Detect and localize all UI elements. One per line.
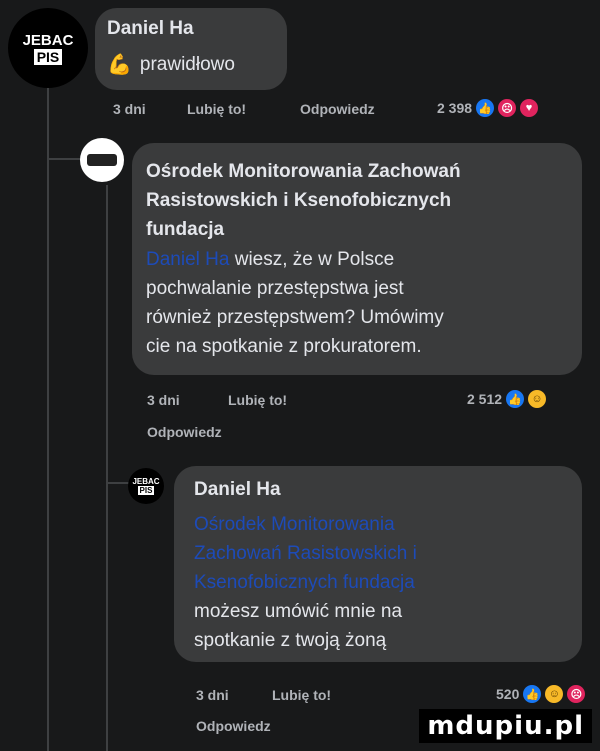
like-button[interactable]: Lubię to! bbox=[228, 392, 287, 408]
comment-author[interactable]: Daniel Ha bbox=[107, 18, 194, 40]
reply-text: Ośrodek Monitorowania Zachowań Rasistows… bbox=[194, 514, 417, 651]
avatar-text-bottom: PIS bbox=[33, 48, 63, 65]
reply-author[interactable]: Daniel Ha bbox=[194, 479, 281, 501]
mention-link[interactable]: Daniel Ha bbox=[146, 249, 229, 270]
reaction-summary[interactable]: 2 398 👍 ☹ ♥ bbox=[437, 99, 539, 117]
reply-bubble: Ośrodek Monitorowania Zachowań Rasistows… bbox=[132, 143, 582, 375]
avatar-text-top: JEBAC bbox=[22, 31, 74, 49]
avatar-text-bottom: PIS bbox=[137, 486, 155, 495]
angry-icon: ☹ bbox=[498, 99, 517, 117]
mention-link[interactable]: Ośrodek Monitorowania Zachowań Rasistows… bbox=[194, 514, 417, 593]
comment-text: prawidłowo bbox=[139, 54, 235, 75]
avatar[interactable] bbox=[80, 138, 124, 182]
reply-bubble: Daniel Ha Ośrodek Monitorowania Zachowań… bbox=[174, 466, 582, 662]
like-button[interactable]: Lubię to! bbox=[272, 687, 331, 703]
reply-button[interactable]: Odpowiedz bbox=[147, 424, 222, 440]
reply-author[interactable]: Ośrodek Monitorowania Zachowań Rasistows… bbox=[146, 157, 486, 244]
like-icon: 👍 bbox=[476, 99, 495, 117]
like-icon: 👍 bbox=[506, 390, 525, 408]
watermark-logo: mdupiu.pl bbox=[419, 709, 592, 743]
reply-button[interactable]: Odpowiedz bbox=[300, 101, 375, 117]
haha-icon: ☺ bbox=[545, 685, 564, 703]
love-icon: ♥ bbox=[520, 99, 539, 117]
avatar-text-top: JEBAC bbox=[132, 477, 160, 486]
reaction-summary[interactable]: 520 👍 ☺ ☹ bbox=[496, 685, 586, 703]
reply-time: 3 dni bbox=[196, 687, 229, 703]
reply-text: Daniel Ha wiesz, że w Polsce pochwalanie… bbox=[146, 249, 444, 357]
haha-icon: ☺ bbox=[528, 390, 547, 408]
reaction-count: 520 bbox=[496, 686, 520, 702]
thread-line-branch-2 bbox=[106, 482, 130, 484]
reaction-summary[interactable]: 2 512 👍 ☺ bbox=[467, 390, 547, 408]
flexed-biceps-icon: 💪 bbox=[107, 54, 132, 76]
reaction-count: 2 512 bbox=[467, 391, 503, 407]
like-icon: 👍 bbox=[523, 685, 542, 703]
comment-time: 3 dni bbox=[113, 101, 146, 117]
comment-bubble: Daniel Ha 💪 prawidłowo bbox=[95, 8, 287, 90]
avatar[interactable]: JEBAC PIS bbox=[128, 468, 164, 504]
reply-time: 3 dni bbox=[147, 392, 180, 408]
reaction-count: 2 398 bbox=[437, 100, 473, 116]
thread-line-sub bbox=[106, 185, 108, 751]
thread-line-main bbox=[47, 78, 49, 751]
organization-logo-icon bbox=[87, 154, 117, 166]
avatar[interactable]: JEBAC PIS bbox=[8, 8, 88, 88]
angry-icon: ☹ bbox=[567, 685, 586, 703]
like-button[interactable]: Lubię to! bbox=[187, 101, 246, 117]
reply-button[interactable]: Odpowiedz bbox=[196, 718, 271, 734]
